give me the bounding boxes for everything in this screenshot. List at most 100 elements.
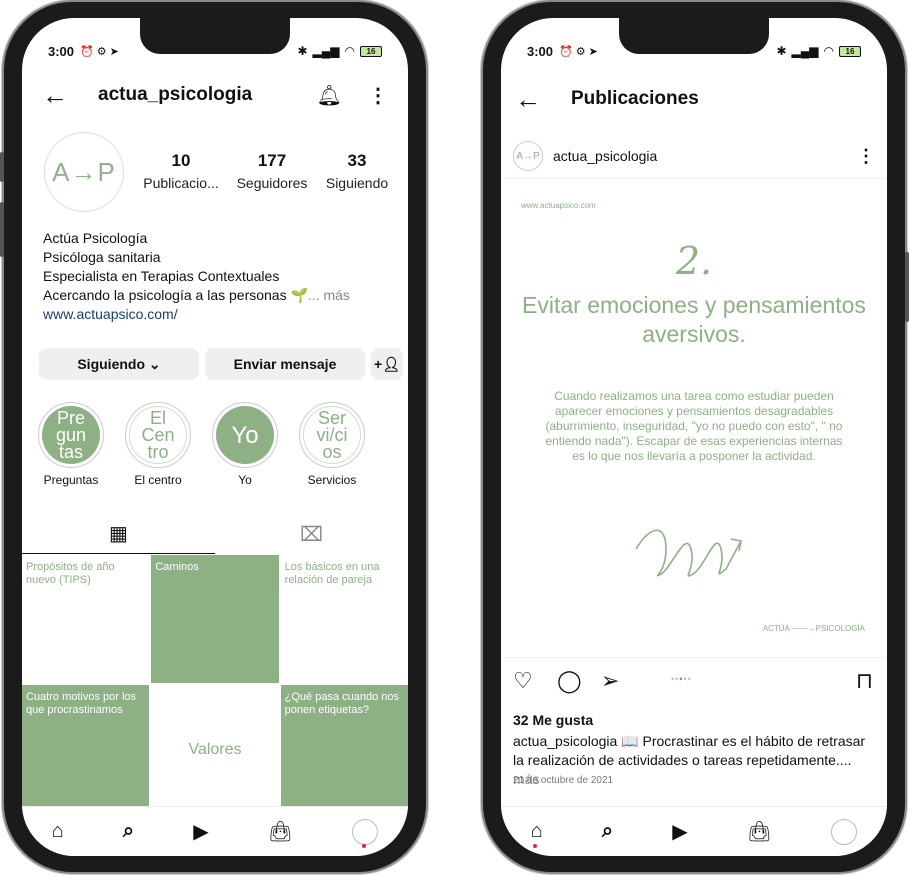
grid-post[interactable]: Caminos [151,555,279,683]
stat-posts[interactable]: 10 Publicacio... [140,151,222,191]
phone-left: 3:00 ⏰⚙➤ ✱ ▂▄▆ ◠ 16 ← actua_psicologia 🔔… [0,2,426,872]
author-username[interactable]: actua_psicologia [553,148,657,164]
highlight-servicios[interactable]: Ser vi/ci os Servicios [297,402,367,487]
share-icon[interactable]: ➢ [601,668,619,694]
grid-post-title: ¿Qué pasa cuando nos ponen etiquetas? [284,691,400,716]
grid-post[interactable]: Los básicos en una relación de pareja [280,555,408,683]
post-image-url: www.actuapsico.com [521,201,596,210]
status-time: 3:00 [48,43,75,59]
more-options-icon[interactable]: ⋮ [368,83,388,108]
profile-bio: Actúa Psicología Psicóloga sanitaria Esp… [43,229,383,324]
website-link[interactable]: www.actuapsico.com/ [43,305,383,324]
highlight-ring: El Cen tro [125,402,191,468]
grid-post-title: Propósitos de año nuevo (TIPS) [26,561,115,586]
back-arrow-icon[interactable]: ← [42,82,68,108]
highlight-el-centro[interactable]: El Cen tro El centro [123,402,193,487]
volume-button [0,202,4,257]
phone-right: 3:00 ⏰⚙➤ ✱ ▂▄▆ ◠ 16 ← Publicaciones A→P … [483,2,909,872]
signal-icon: ▂▄▆ [791,44,819,58]
stat-followers[interactable]: 177 Seguidores [231,151,313,191]
post-image[interactable]: www.actuapsico.com 2. Evitar emociones y… [501,178,887,658]
back-arrow-icon[interactable]: ← [515,86,541,112]
post-image-brand: ACTÚA ——→PSICOLOGÍA [762,624,865,633]
status-right: ✱ ▂▄▆ ◠ 16 [297,44,382,58]
profile-name: Actúa Psicología [43,230,148,246]
status-icons: ⏰⚙➤ [559,45,601,58]
search-icon[interactable]: ⌕ [602,820,613,843]
post-screen: 3:00 ⏰⚙➤ ✱ ▂▄▆ ◠ 16 ← Publicaciones A→P … [501,18,887,856]
stat-posts-label: Publicacio... [143,175,219,191]
bell-icon[interactable]: 🔔︎ [317,83,342,108]
search-icon[interactable]: ⌕ [123,820,134,843]
highlight-label: Yo [238,473,252,487]
wifi-icon: ◠ [344,44,355,58]
avatar[interactable]: A→P [44,132,124,212]
grid-post[interactable]: ¿Qué pasa cuando nos ponen etiquetas? [280,685,408,813]
reels-icon[interactable]: ▶︎ [672,819,687,844]
highlight-label: Preguntas [43,473,99,487]
battery-icon: 16 [839,45,861,57]
more-link[interactable]: ... más [308,287,350,303]
reels-icon[interactable]: ▶︎ [193,819,208,844]
notification-dot [533,844,537,848]
bluetooth-icon: ✱ [297,44,308,58]
profile-avatar-icon[interactable] [352,818,379,845]
highlight-label: Servicios [307,473,357,487]
bio-line: Acercando la psicología a las personas 🌱 [43,287,308,303]
home-icon[interactable]: ⌂ [52,820,64,843]
wifi-icon: ◠ [823,44,834,58]
comment-icon[interactable]: ◯ [557,668,582,694]
grid-tab-icon[interactable]: ▦ [22,514,215,554]
bottom-nav: ⌂ ⌕ ▶︎ 👜︎ [501,806,887,856]
likes-count[interactable]: 32 Me gusta [513,712,593,728]
highlight-ring: Yo [212,402,278,468]
following-button[interactable]: Siguiendo ⌄ [39,348,199,380]
carousel-dots: ••••• [671,674,692,684]
post-date: 21 de octubre de 2021 [513,775,614,786]
highlight-ring: Ser vi/ci os [299,402,365,468]
home-icon[interactable]: ⌂ [531,820,543,843]
bookmark-icon[interactable]: ⊓ [856,668,873,694]
add-user-icon[interactable]: +👤︎ [371,348,403,380]
volume-button [0,152,4,182]
bottom-nav: ⌂ ⌕ ▶︎ 👜︎ [22,806,408,856]
stat-following-label: Siguiendo [325,175,389,191]
grid-post[interactable]: Cuatro motivos por los que procrastinamo… [22,685,150,813]
grid-post[interactable]: Valores [151,685,279,813]
grid-post-title: Caminos [155,561,199,573]
tagged-tab-icon[interactable]: ⌧ [215,514,408,554]
highlight-cover: Yo [216,406,274,464]
profile-avatar-icon[interactable] [831,818,858,845]
highlight-yo[interactable]: Yo Yo [210,402,280,487]
highlight-ring: Pre gun tas [38,402,104,468]
posts-grid: Propósitos de año nuevo (TIPS) Caminos L… [22,555,408,813]
status-right: ✱ ▂▄▆ ◠ 16 [776,44,861,58]
notch [619,18,769,54]
power-button [905,252,909,322]
stat-following[interactable]: 33 Siguiendo [316,151,398,191]
post-actions: ♡ ◯ ➢ ••••• ⊓ [501,668,887,698]
more-options-icon[interactable]: ⋮ [857,146,875,167]
status-time: 3:00 [527,43,554,59]
heart-icon[interactable]: ♡ [513,668,533,694]
highlight-cover: Ser vi/ci os [303,406,361,464]
profile-tabs: ▦ ⌧ [22,514,408,554]
profile-header: ← actua_psicologia 🔔︎ ⋮ [22,80,408,110]
notch [140,18,290,54]
post-image-number: 2. [675,239,713,283]
caption-username[interactable]: actua_psicologia [513,733,617,749]
shop-icon[interactable]: 👜︎ [268,819,293,844]
author-avatar[interactable]: A→P [513,141,543,171]
bio-line: Psicóloga sanitaria [43,249,161,265]
highlight-preguntas[interactable]: Pre gun tas Preguntas [36,402,106,487]
notification-dot [362,844,366,848]
signal-icon: ▂▄▆ [312,44,340,58]
post-image-body: Cuando realizamos una tarea como estudia… [545,389,843,463]
profile-screen: 3:00 ⏰⚙➤ ✱ ▂▄▆ ◠ 16 ← actua_psicologia 🔔… [22,18,408,856]
shop-icon[interactable]: 👜︎ [747,819,772,844]
send-message-button[interactable]: Enviar mensaje [205,348,365,380]
grid-post[interactable]: Propósitos de año nuevo (TIPS) [22,555,150,683]
grid-post-title: Valores [188,740,242,758]
highlight-cover: El Cen tro [129,406,187,464]
post-image-headline: Evitar emociones y pensamientos aversivo… [522,292,866,347]
